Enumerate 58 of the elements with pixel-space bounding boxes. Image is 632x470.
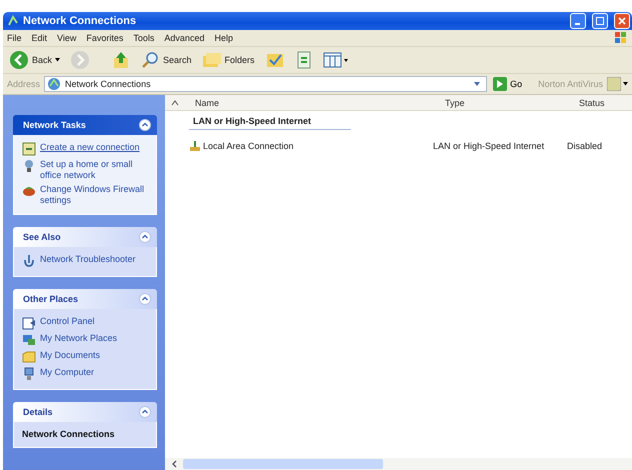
- close-button[interactable]: [614, 13, 630, 29]
- connection-icon: [189, 140, 201, 152]
- task-link[interactable]: Set up a home or small office network: [40, 159, 150, 181]
- column-header[interactable]: Type: [445, 98, 579, 108]
- menu-item[interactable]: Edit: [32, 33, 48, 43]
- task-link[interactable]: My Computer: [40, 367, 94, 378]
- menu-item[interactable]: File: [7, 33, 22, 43]
- menu-item[interactable]: Tools: [133, 33, 154, 43]
- search-icon: [140, 50, 160, 70]
- menu-item[interactable]: Advanced: [164, 33, 204, 43]
- computer-icon: [22, 367, 36, 381]
- column-header[interactable]: Name: [179, 98, 445, 108]
- task-link[interactable]: My Documents: [40, 350, 100, 361]
- task-link[interactable]: Control Panel: [40, 316, 95, 327]
- task-link[interactable]: Network Troubleshooter: [40, 254, 136, 265]
- menu-item[interactable]: Help: [214, 33, 233, 43]
- table-cell: Disabled: [567, 141, 602, 151]
- details-text: Network Connections: [22, 429, 116, 439]
- scroll-thumb[interactable]: [183, 459, 383, 469]
- section-header[interactable]: See Also: [13, 227, 157, 247]
- task-link[interactable]: My Network Places: [40, 333, 118, 344]
- task-link[interactable]: Change Windows Firewall settings: [40, 184, 150, 206]
- menu-item[interactable]: View: [57, 33, 76, 43]
- scroll-left-icon[interactable]: [171, 460, 179, 468]
- go-button[interactable]: Go: [491, 77, 524, 91]
- maximize-button[interactable]: [592, 13, 608, 29]
- minimize-button[interactable]: [570, 13, 586, 29]
- caret-icon: [623, 82, 628, 86]
- window-title: Network Connections: [23, 15, 136, 27]
- back-button[interactable]: Back: [7, 49, 62, 71]
- section-header[interactable]: Details: [13, 402, 157, 422]
- folders-button[interactable]: Folders: [200, 49, 257, 71]
- column-header[interactable]: Status: [579, 98, 605, 108]
- task-link[interactable]: Create a new connection: [40, 142, 140, 153]
- address-field[interactable]: Network Connections: [44, 76, 488, 92]
- folder-up-icon: [112, 50, 130, 70]
- connection-name[interactable]: Local Area Connection: [203, 141, 294, 151]
- collapse-icon[interactable]: [139, 231, 151, 243]
- norton-label: Norton AntiVirus: [538, 79, 603, 89]
- windows-flag-icon: [614, 31, 628, 45]
- close-icon: [618, 17, 626, 25]
- address-label: Address: [7, 79, 40, 89]
- maximize-icon: [596, 17, 604, 25]
- folder-icon: [202, 51, 222, 69]
- norton-button[interactable]: [607, 77, 628, 91]
- documents-icon: [22, 350, 36, 364]
- group-header: LAN or High-Speed Internet: [189, 111, 351, 130]
- search-button[interactable]: Search: [138, 49, 194, 71]
- document-icon: [294, 50, 313, 70]
- section-header[interactable]: Network Tasks: [13, 115, 157, 135]
- collapse-icon[interactable]: [139, 119, 151, 131]
- collapse-icon[interactable]: [139, 293, 151, 305]
- collapse-icon[interactable]: [139, 406, 151, 418]
- menu-item[interactable]: Favorites: [86, 33, 124, 43]
- table-cell-text: LAN or High-Speed Internet: [433, 141, 546, 151]
- caret-icon: [55, 58, 60, 62]
- section-header[interactable]: Other Places: [13, 289, 157, 309]
- views-icon: [322, 51, 349, 69]
